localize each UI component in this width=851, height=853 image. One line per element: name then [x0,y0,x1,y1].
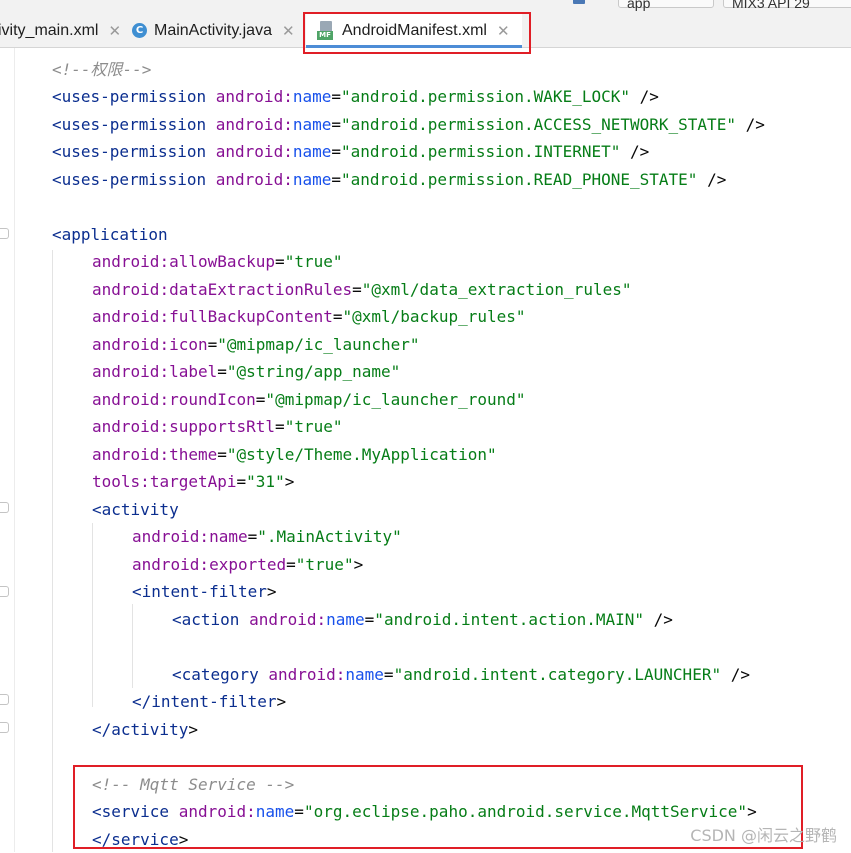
code-line: android:dataExtractionRules="@xml/data_e… [92,280,632,299]
editor-tab-bar: ivity_main.xml ✕ C MainActivity.java ✕ M… [0,14,851,48]
code-line: <action android:name="android.intent.act… [172,610,673,629]
tab-label: ivity_main.xml [0,21,99,39]
code-line: </activity> [92,720,198,739]
indent-guide [92,523,93,707]
run-config-dropdown[interactable]: app [618,0,714,11]
fold-toggle-icon[interactable] [0,694,9,705]
code-line: </intent-filter> [132,692,287,711]
close-icon[interactable]: ✕ [108,22,121,40]
fold-toggle-icon[interactable] [0,586,9,597]
code-line: <!-- Mqtt Service --> [92,771,294,798]
run-config-label: app [627,0,651,11]
tab-activity-main-xml[interactable]: ivity_main.xml ✕ [0,14,121,47]
code-line: android:roundIcon="@mipmap/ic_launcher_r… [92,390,526,409]
code-line: tools:targetApi="31"> [92,472,295,491]
code-line: <!--权限--> [52,56,151,83]
code-line: <service android:name="org.eclipse.paho.… [92,802,757,821]
xml-comment: <!-- Mqtt Service --> [92,775,295,794]
tab-label: AndroidManifest.xml [342,21,487,39]
code-line: </service> [92,830,189,849]
code-line: <intent-filter> [132,582,277,601]
xml-comment: <!--权限--> [52,60,152,79]
watermark: CSDN @闲云之野鹤 [690,826,837,845]
manifest-file-icon: MF [317,20,335,41]
code-line: <application [52,225,168,244]
fold-toggle-icon[interactable] [0,228,9,239]
indent-guide [52,250,53,852]
code-line: android:exported="true"> [132,555,364,574]
toolbar-icon[interactable] [573,0,585,4]
tab-label: MainActivity.java [154,21,272,39]
code-line: android:icon="@mipmap/ic_launcher" [92,335,420,354]
indent-guide [132,604,133,688]
code-line: <category android:name="android.intent.c… [172,665,750,684]
fold-toggle-icon[interactable] [0,502,9,513]
code-line: android:label="@string/app_name" [92,362,401,381]
code-line: <uses-permission android:name="android.p… [52,115,765,134]
close-icon[interactable]: ✕ [497,22,510,40]
toolbar-fragment: app MIX3 API 29 [0,0,851,14]
code-line: <activity [92,500,179,519]
code-line: android:theme="@style/Theme.MyApplicatio… [92,445,497,464]
code-line: <uses-permission android:name="android.p… [52,170,727,189]
code-line: <uses-permission android:name="android.p… [52,87,659,106]
close-icon[interactable]: ✕ [282,22,295,40]
code-line: android:fullBackupContent="@xml/backup_r… [92,307,526,326]
device-dropdown[interactable]: MIX3 API 29 [723,0,851,11]
code-line: android:supportsRtl="true" [92,417,343,436]
fold-toggle-icon[interactable] [0,722,9,733]
tab-androidmanifest-xml[interactable]: MF AndroidManifest.xml ✕ [306,14,522,48]
device-label: MIX3 API 29 [732,0,810,11]
code-line: android:name=".MainActivity" [132,527,402,546]
code-line: <uses-permission android:name="android.p… [52,142,650,161]
java-class-icon: C [132,23,147,38]
tab-mainactivity-java[interactable]: C MainActivity.java ✕ [132,14,295,47]
code-line: android:allowBackup="true" [92,252,343,271]
